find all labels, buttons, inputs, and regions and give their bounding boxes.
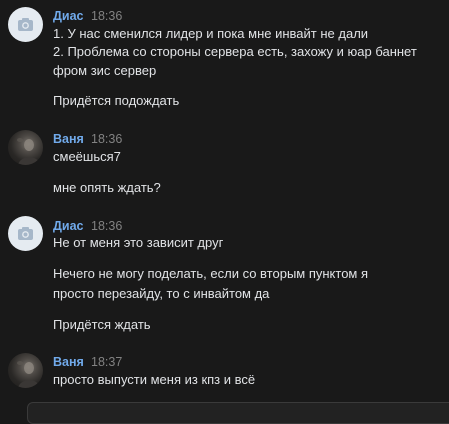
chat-history: Диас 18:36 1. У нас сменился лидер и пок… [0,0,449,424]
author-name[interactable]: Ваня [53,132,84,147]
author-name[interactable]: Ваня [53,355,84,370]
camera-icon [18,18,33,31]
message-text: просто перезайду, то с инвайтом да [53,286,270,301]
timestamp[interactable]: 18:36 [91,9,122,24]
message-text: Не от меня это зависит друг [53,235,224,250]
user-photo-icon [17,361,40,388]
message-input[interactable] [27,402,449,424]
avatar[interactable] [8,7,43,42]
author-name[interactable]: Диас [53,9,84,24]
timestamp[interactable]: 18:36 [91,219,122,234]
avatar[interactable] [8,353,43,388]
message-text: смеёшься7 [53,149,121,164]
message-text: мне опять ждать? [53,180,161,195]
timestamp[interactable]: 18:36 [91,132,122,147]
message-text: Придётся подождать [53,93,180,108]
timestamp[interactable]: 18:37 [91,355,122,370]
message-text: Придётся ждать [53,317,151,332]
avatar[interactable] [8,130,43,165]
user-photo-icon [17,138,40,165]
avatar[interactable] [8,216,43,251]
author-name[interactable]: Диас [53,219,84,234]
message-text: 2. Проблема со стороны сервера есть, зах… [53,44,417,59]
message-text: 1. У нас сменился лидер и пока мне инвай… [53,26,369,41]
message-text: Нечего не могу поделать, если со вторым … [53,266,369,281]
message-text: просто выпусти меня из кпз и всё [53,372,256,387]
message-text: фром зис сервер [53,63,157,78]
camera-icon [18,227,33,240]
